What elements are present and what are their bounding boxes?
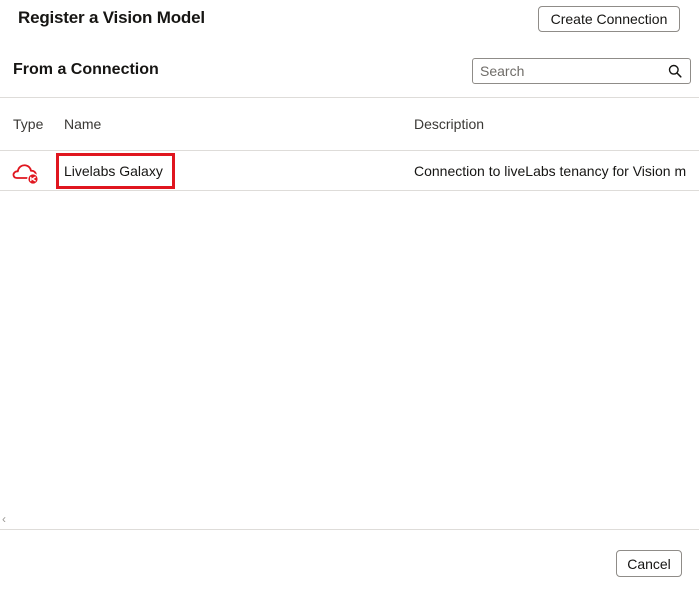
cloud-connection-icon [12,164,39,185]
search-input[interactable] [480,63,660,79]
divider [0,97,699,98]
connection-description: Connection to liveLabs tenancy for Visio… [414,163,687,179]
connection-name[interactable]: Livelabs Galaxy [64,163,163,179]
search-icon[interactable] [668,64,682,78]
cancel-button[interactable]: Cancel [616,550,682,577]
footer-divider [0,529,699,530]
scroll-left-icon[interactable]: ‹ [2,512,6,526]
column-header-name[interactable]: Name [64,116,101,132]
column-header-type[interactable]: Type [13,116,43,132]
divider [0,150,699,151]
create-connection-button[interactable]: Create Connection [538,6,680,32]
section-title: From a Connection [13,61,159,78]
column-header-description[interactable]: Description [414,116,484,132]
dialog-title: Register a Vision Model [18,8,205,27]
divider [0,190,699,191]
search-box[interactable] [472,58,691,84]
